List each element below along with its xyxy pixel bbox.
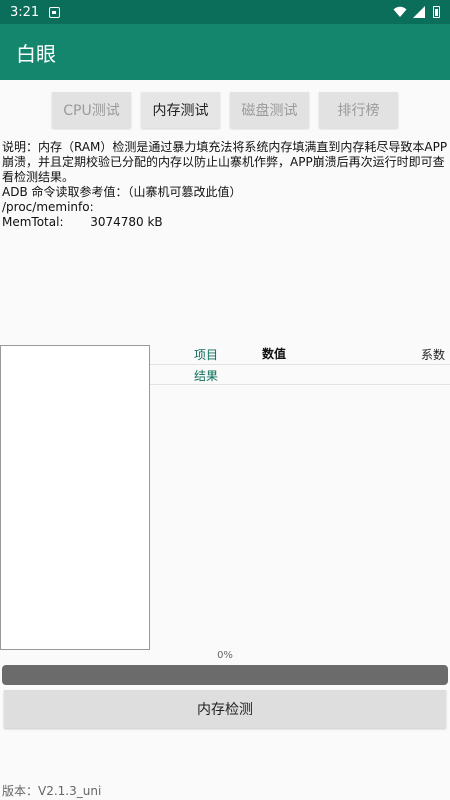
description: 说明：内存（RAM）检测是通过暴力填充法将系统内存填满直到内存耗尽导致本APP崩…	[2, 140, 448, 230]
status-bar: 3:21	[0, 0, 450, 24]
status-time: 3:21	[10, 4, 40, 20]
memtotal-value: MemTotal: 3074780 kB	[2, 215, 163, 229]
adb-reference-label: ADB 命令读取参考值：（山寨机可篡改此值）	[2, 185, 242, 199]
progress-percent: 0%	[217, 650, 233, 661]
description-text: 说明：内存（RAM）检测是通过暴力填充法将系统内存填满直到内存耗尽导致本APP崩…	[2, 140, 448, 184]
tab-leaderboard[interactable]: 排行榜	[319, 92, 398, 128]
version-label: 版本：V2.1.3_uni	[2, 784, 102, 798]
tab-disk-test[interactable]: 磁盘测试	[230, 92, 309, 128]
header-value: 数值	[262, 347, 287, 361]
meminfo-path: /proc/meminfo:	[2, 200, 94, 214]
wifi-icon	[393, 6, 407, 17]
table-divider	[150, 364, 450, 365]
tab-memory-test[interactable]: 内存测试	[141, 92, 220, 128]
app-bar: 白眼	[0, 24, 450, 80]
table-row: 结果	[150, 367, 450, 385]
header-coefficient: 系数	[420, 348, 445, 362]
header-item: 项目	[194, 348, 219, 362]
signal-icon	[413, 6, 425, 18]
memory-test-button[interactable]: 内存检测	[4, 690, 446, 728]
memory-visual-box	[0, 345, 150, 650]
status-icons	[393, 6, 440, 18]
row-result-label: 结果	[194, 369, 219, 383]
progress-bar	[2, 665, 448, 685]
app-title: 白眼	[16, 41, 56, 66]
battery-icon	[433, 6, 440, 18]
table-divider	[150, 384, 450, 385]
test-tabs: CPU测试 内存测试 磁盘测试 排行榜	[0, 92, 450, 128]
notification-icon	[49, 6, 61, 18]
result-table-header: 项目 数值 系数	[150, 344, 450, 364]
tab-cpu-test[interactable]: CPU测试	[52, 92, 131, 128]
